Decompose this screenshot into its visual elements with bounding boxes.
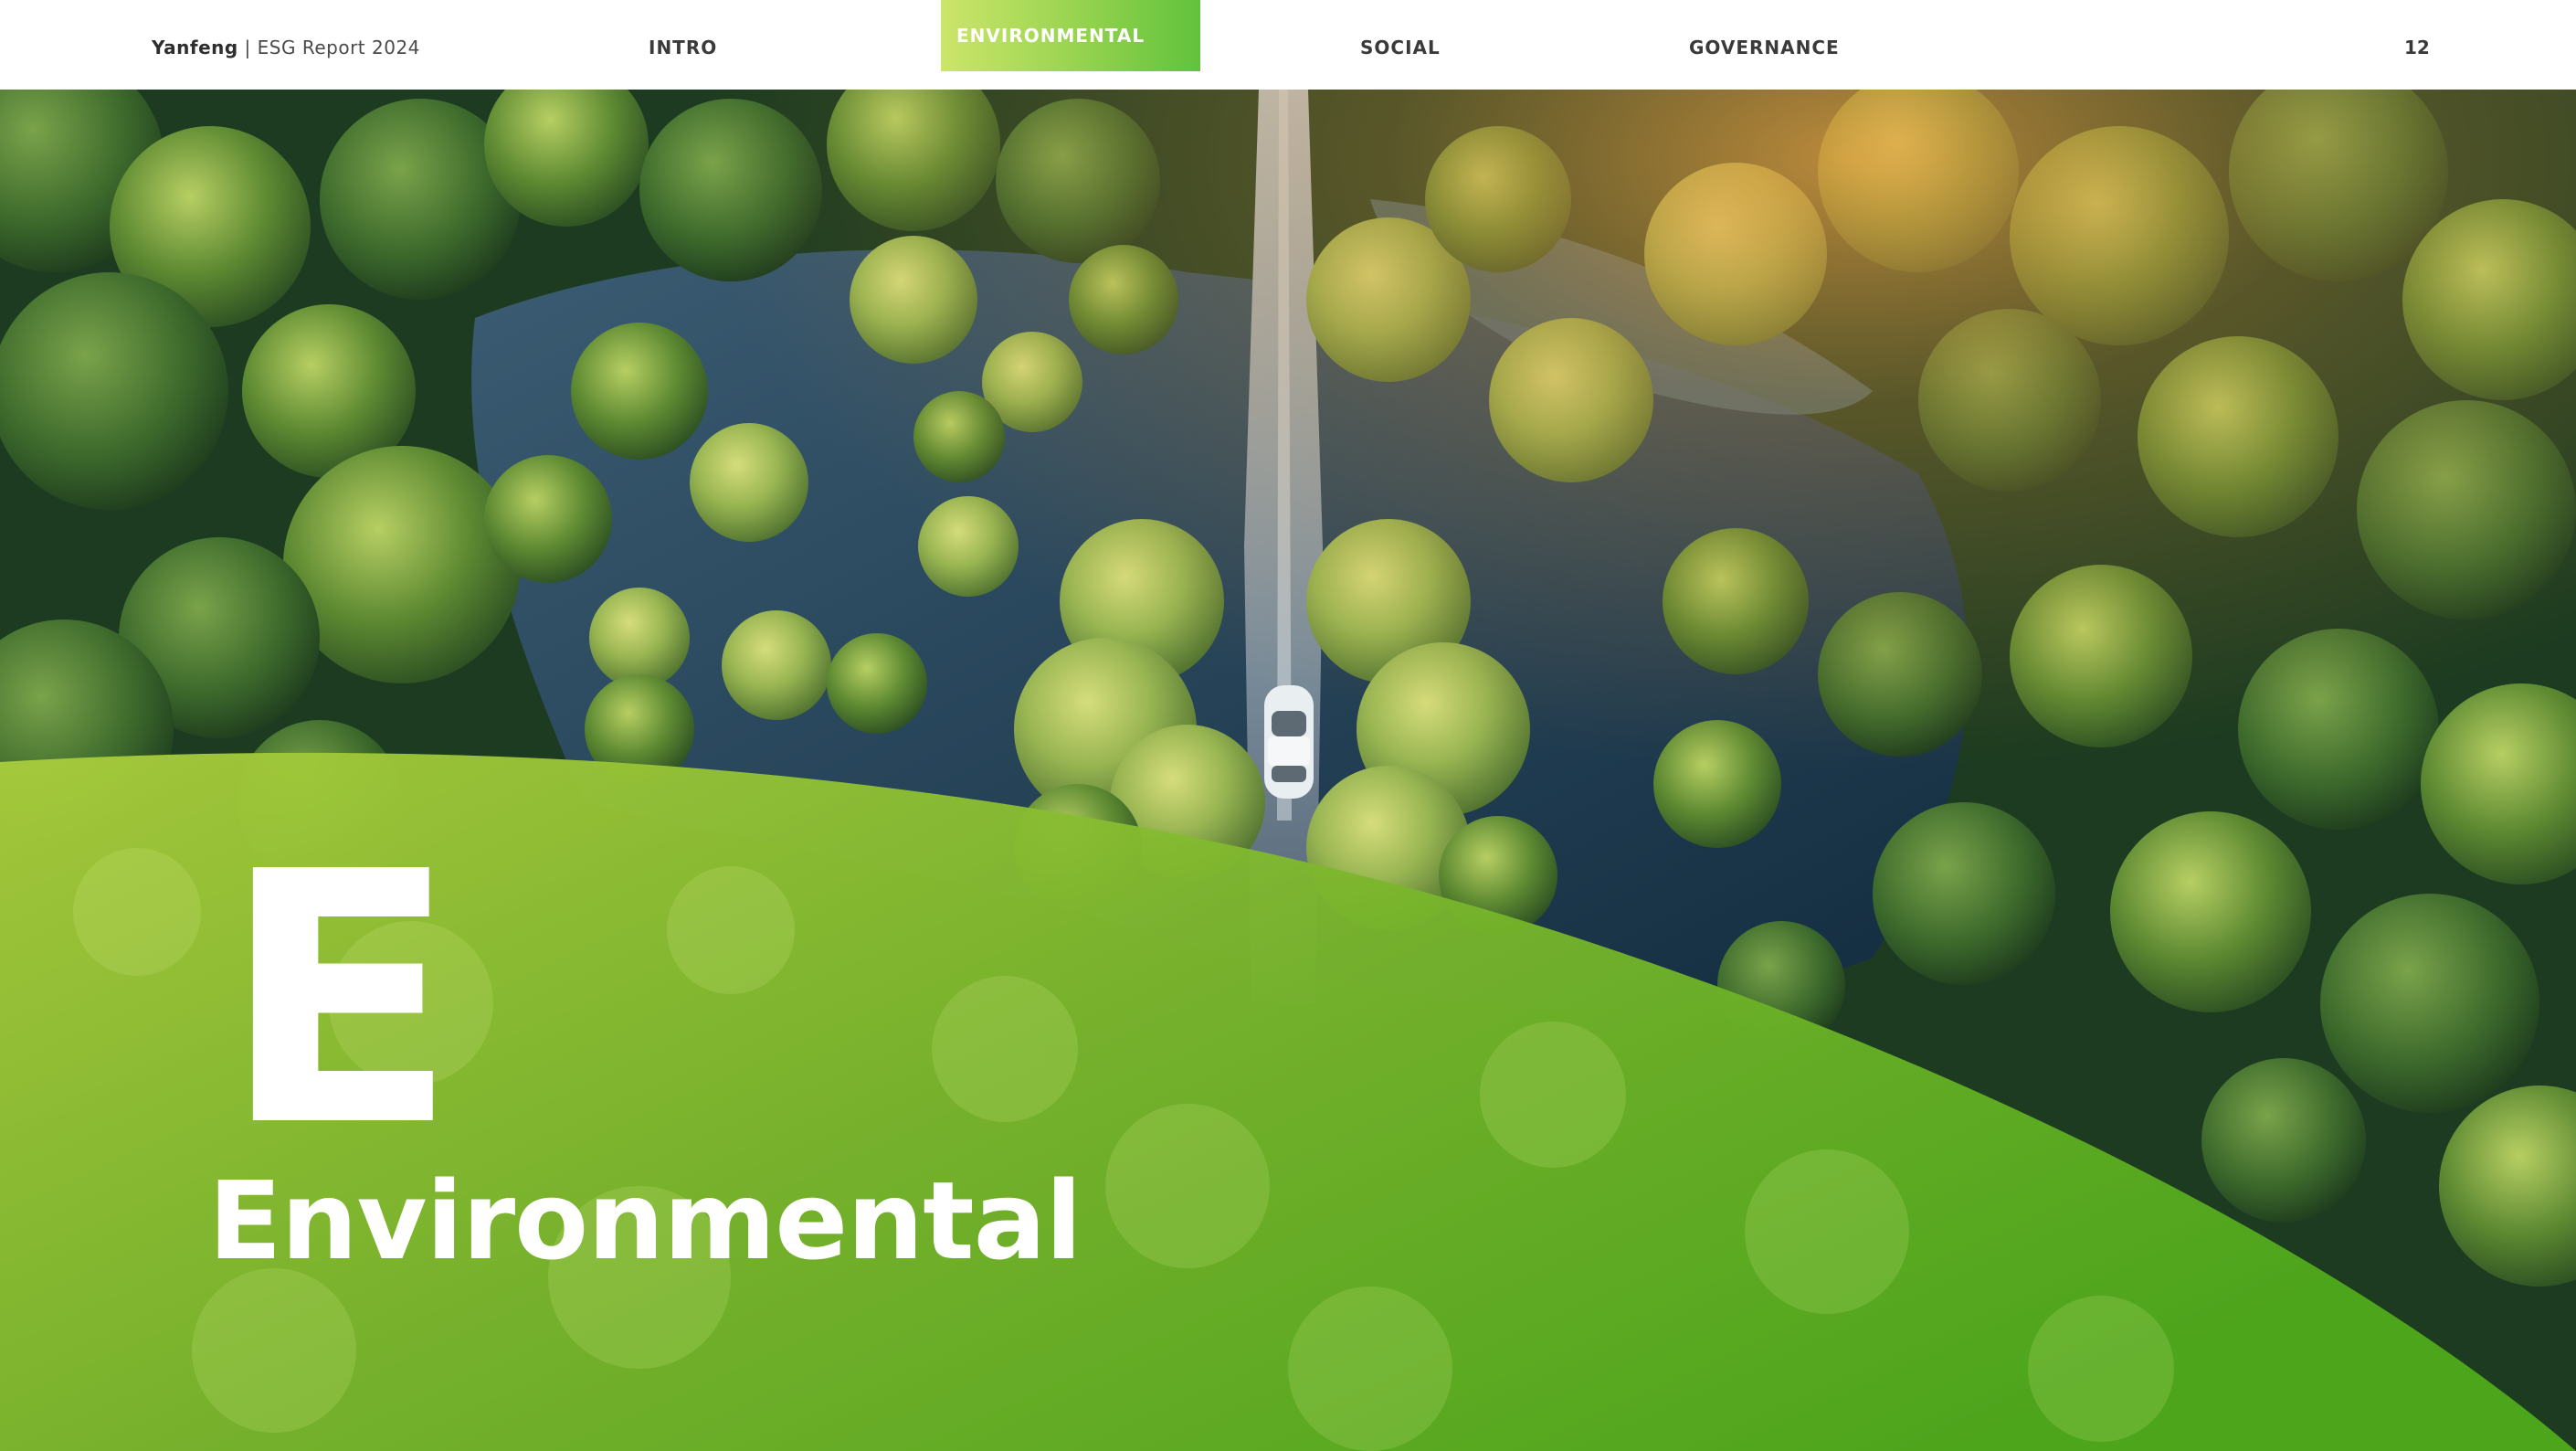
nav-tab-environmental[interactable]: ENVIRONMENTAL bbox=[941, 0, 1200, 71]
nav-tab-environmental-label: ENVIRONMENTAL bbox=[956, 25, 1145, 47]
report-brand[interactable]: Yanfeng | ESG Report 2024 bbox=[152, 0, 420, 95]
nav-tab-intro[interactable]: INTRO bbox=[649, 0, 717, 95]
report-page: Yanfeng | ESG Report 2024 INTRO ENVIRONM… bbox=[0, 0, 2576, 1451]
top-nav: Yanfeng | ESG Report 2024 INTRO ENVIRONM… bbox=[0, 0, 2576, 90]
section-letter: E bbox=[221, 798, 459, 1202]
nav-tab-social[interactable]: SOCIAL bbox=[1360, 0, 1441, 95]
brand-name: Yanfeng bbox=[152, 37, 238, 58]
brand-subtitle: ESG Report 2024 bbox=[257, 37, 420, 58]
section-title: Environmental bbox=[208, 1158, 1082, 1284]
brand-separator: | bbox=[238, 37, 258, 58]
page-number: 12 bbox=[2404, 37, 2430, 58]
nav-tab-governance[interactable]: GOVERNANCE bbox=[1689, 0, 1840, 95]
